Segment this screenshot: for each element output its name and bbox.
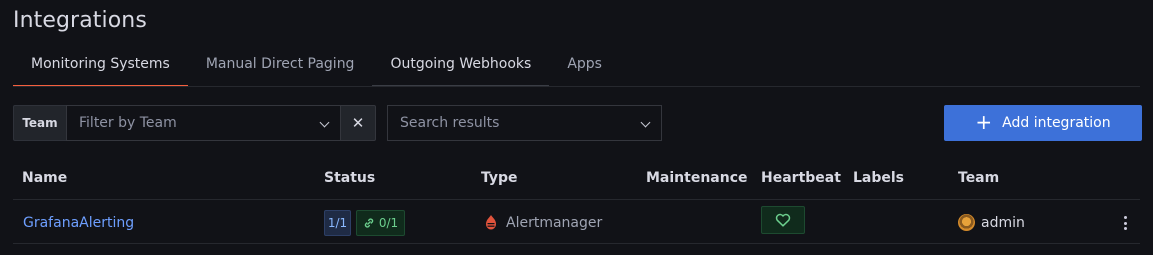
table-row: GrafanaAlerting 1/1 0/1 Alertmanager adm… bbox=[13, 201, 1140, 244]
page-title: Integrations bbox=[13, 8, 147, 33]
tab-monitoring-systems[interactable]: Monitoring Systems bbox=[13, 50, 188, 87]
connection-status-badge[interactable]: 0/1 bbox=[356, 209, 405, 236]
heart-icon bbox=[775, 213, 791, 227]
add-integration-label: Add integration bbox=[1002, 115, 1111, 131]
column-header-heartbeat: Heartbeat bbox=[761, 170, 841, 186]
avatar bbox=[958, 214, 975, 231]
integration-name-cell: GrafanaAlerting bbox=[23, 201, 134, 244]
column-header-status: Status bbox=[324, 170, 376, 186]
integration-type-label: Alertmanager bbox=[506, 214, 603, 231]
column-header-team: Team bbox=[958, 170, 1000, 186]
column-header-labels: Labels bbox=[853, 170, 905, 186]
team-filter-group: Team Filter by Team ✕ bbox=[13, 105, 376, 141]
status-cell: 1/1 0/1 bbox=[324, 201, 405, 244]
add-integration-button[interactable]: + Add integration bbox=[944, 105, 1142, 141]
column-header-type: Type bbox=[481, 170, 518, 186]
alertmanager-icon bbox=[486, 215, 496, 230]
integration-name-link[interactable]: GrafanaAlerting bbox=[23, 215, 134, 231]
chevron-down-icon bbox=[640, 117, 651, 128]
tab-apps[interactable]: Apps bbox=[549, 50, 620, 87]
chevron-down-icon bbox=[319, 117, 330, 128]
dot bbox=[1123, 221, 1127, 225]
heartbeat-cell bbox=[761, 201, 805, 244]
team-filter-select[interactable]: Filter by Team bbox=[66, 105, 341, 141]
team-filter-placeholder: Filter by Team bbox=[79, 115, 177, 131]
dot bbox=[1123, 216, 1127, 219]
type-cell: Alertmanager bbox=[485, 201, 602, 244]
row-actions-menu-icon[interactable] bbox=[1123, 216, 1127, 230]
alert-count-badge[interactable]: 1/1 bbox=[324, 209, 351, 236]
tab-bar: Monitoring Systems Manual Direct Paging … bbox=[13, 50, 620, 87]
link-icon bbox=[364, 217, 374, 228]
column-header-name[interactable]: Name bbox=[22, 170, 67, 186]
search-results-placeholder: Search results bbox=[400, 115, 500, 131]
dot bbox=[1123, 227, 1127, 230]
tab-outgoing-webhooks[interactable]: Outgoing Webhooks bbox=[372, 50, 550, 87]
heartbeat-button[interactable] bbox=[761, 205, 805, 234]
connection-status-text: 0/1 bbox=[378, 215, 399, 230]
integrations-page: Integrations Monitoring Systems Manual D… bbox=[0, 0, 1153, 255]
tab-manual-direct-paging[interactable]: Manual Direct Paging bbox=[188, 50, 373, 87]
column-header-maintenance: Maintenance bbox=[646, 170, 748, 186]
team-cell: admin bbox=[958, 201, 1025, 244]
plus-icon: + bbox=[975, 110, 993, 134]
close-icon: ✕ bbox=[351, 114, 365, 132]
table-header: Name Status Type Maintenance Heartbeat L… bbox=[13, 160, 1140, 200]
team-name: admin bbox=[981, 214, 1025, 231]
search-results-select[interactable]: Search results bbox=[387, 105, 662, 141]
clear-team-filter-button[interactable]: ✕ bbox=[341, 105, 376, 141]
tab-divider bbox=[13, 86, 1140, 87]
team-filter-label: Team bbox=[13, 105, 66, 141]
